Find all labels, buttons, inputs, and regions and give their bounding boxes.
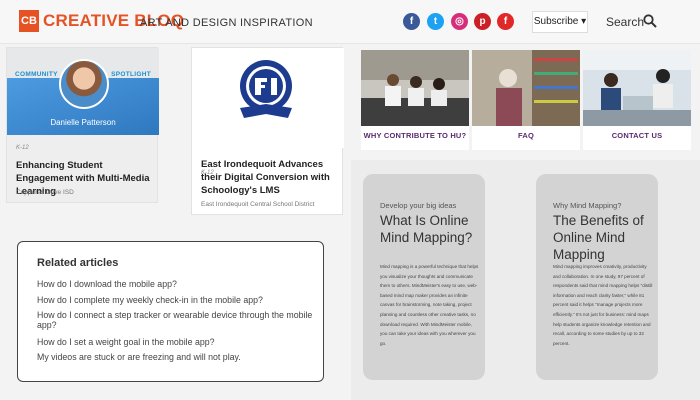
mindmap-card[interactable]: Why Mind Mapping? The Benefits of Online… [536, 174, 658, 380]
card-source: East Irondequoit Central School District [201, 201, 315, 208]
pinterest-icon[interactable]: p [474, 13, 491, 30]
tile-label[interactable]: WHY CONTRIBUTE TO HU? [361, 131, 469, 140]
instagram-icon[interactable]: ◎ [451, 13, 468, 30]
related-heading: Related articles [37, 257, 119, 269]
mindmap-kicker: Develop your big ideas [380, 201, 457, 210]
related-link[interactable]: My videos are stuck or are freezing and … [37, 352, 317, 362]
tile-why-contribute[interactable]: WHY CONTRIBUTE TO HU? [361, 50, 469, 150]
related-link[interactable]: How do I set a weight goal in the mobile… [37, 337, 317, 347]
story-card[interactable]: COMMUNITY SPOTLIGHT Danielle Patterson K… [6, 47, 159, 203]
tile-label[interactable]: CONTACT US [583, 131, 691, 140]
subscribe-button[interactable]: Subscribe ▾ [532, 11, 588, 33]
related-link[interactable]: How do I connect a step tracker or weara… [37, 310, 317, 330]
lab-photo [361, 50, 469, 126]
card-tag: K-12 [16, 145, 29, 151]
person-name: Danielle Patterson [50, 118, 116, 127]
story-card[interactable]: K-12 East Irondequoit Advances their Dig… [191, 47, 344, 215]
mindmap-title: What Is Online Mind Mapping? [380, 213, 473, 245]
mindmap-body: Mind mapping is a powerful technique tha… [380, 264, 479, 346]
library-photo [472, 50, 580, 126]
flipboard-icon[interactable]: f [497, 13, 514, 30]
mindmap-kicker: Why Mind Mapping? [553, 201, 622, 210]
site-tagline: ART AND DESIGN INSPIRATION [140, 17, 313, 29]
spotlight-chip: SPOTLIGHT [111, 71, 151, 78]
site-header: CB CREATIVE BLOQ ART AND DESIGN INSPIRAT… [0, 0, 700, 44]
related-articles-panel: Related articles How do I download the m… [17, 241, 324, 382]
spotlight-banner: COMMUNITY SPOTLIGHT Danielle Patterson [7, 48, 159, 135]
twitter-icon[interactable]: t [427, 13, 444, 30]
mindmap-card[interactable]: Develop your big ideas What Is Online Mi… [363, 174, 485, 380]
search-label[interactable]: Search [606, 15, 644, 29]
mindmap-body: Mind mapping improves creativity, produc… [553, 264, 653, 346]
avatar [59, 59, 109, 109]
related-link[interactable]: How do I download the mobile app? [37, 279, 317, 289]
facebook-icon[interactable]: f [403, 13, 420, 30]
mindmap-title: The Benefits of Online Mind Mapping [553, 213, 644, 262]
tile-contact-us[interactable]: CONTACT US [583, 50, 691, 150]
tile-faq[interactable]: FAQ [472, 50, 580, 150]
card-source: Copperas Cove ISD [16, 189, 74, 196]
logo-mark[interactable]: CB [19, 10, 39, 32]
study-photo [583, 50, 691, 126]
related-link[interactable]: How do I complete my weekly check-in in … [37, 295, 317, 305]
community-chip: COMMUNITY [15, 71, 58, 78]
school-seal-image [192, 48, 344, 148]
tile-label[interactable]: FAQ [472, 131, 580, 140]
card-title[interactable]: East Irondequoit Advances their Digital … [201, 158, 341, 197]
school-seal-icon [240, 60, 292, 118]
search-icon[interactable] [643, 14, 657, 28]
